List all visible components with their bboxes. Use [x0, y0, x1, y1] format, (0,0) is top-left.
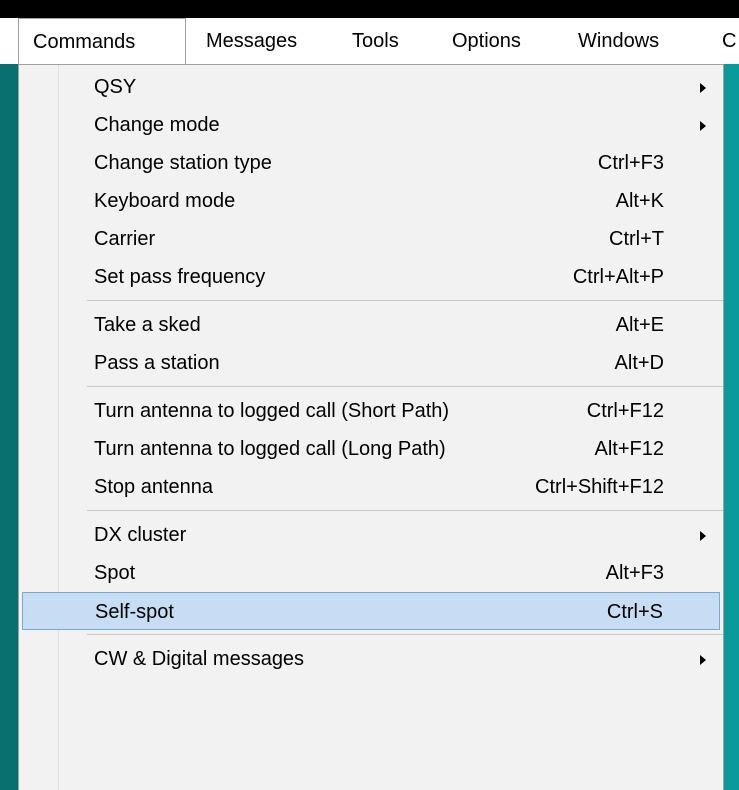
menu-item-label: Stop antenna	[94, 476, 213, 498]
menu-item-shortcut: Alt+K	[615, 190, 664, 212]
menu-item-turn-antenna-to-logged-call-long-path[interactable]: Turn antenna to logged call (Long Path) A…	[22, 430, 720, 468]
menu-separator	[87, 634, 723, 635]
menu-item-take-a-sked[interactable]: Take a sked Alt+E	[22, 306, 720, 344]
menu-item-label: Turn antenna to logged call (Short Path)	[94, 400, 450, 422]
commands-dropdown: QSY Change mode Change station type Ctrl+F3…	[18, 64, 724, 790]
menu-item-change-mode[interactable]: Change mode	[22, 106, 720, 144]
menu-item-label: QSY	[94, 76, 137, 98]
menu-item-shortcut: Alt+F12	[594, 438, 664, 460]
menu-item-label: Change mode	[94, 114, 220, 136]
menu-item-label: Carrier	[94, 228, 156, 250]
menu-separator	[87, 386, 723, 387]
menu-item-carrier[interactable]: Carrier Ctrl+T	[22, 220, 720, 258]
menu-item-keyboard-mode[interactable]: Keyboard mode Alt+K	[22, 182, 720, 220]
menu-item-set-pass-frequency[interactable]: Set pass frequency Ctrl+Alt+P	[22, 258, 720, 296]
menu-item-label: Turn antenna to logged call (Long Path)	[94, 438, 446, 460]
menu-item-spot[interactable]: Spot Alt+F3	[22, 554, 720, 592]
submenu-arrow-icon	[700, 83, 706, 93]
menu-item-shortcut: Alt+E	[615, 314, 664, 336]
menu-truncated[interactable]: C	[722, 18, 736, 64]
menu-item-dx-cluster[interactable]: DX cluster	[22, 516, 720, 554]
menu-item-shortcut: Ctrl+F12	[586, 400, 664, 422]
menu-item-self-spot[interactable]: Self-spot Ctrl+S	[22, 592, 720, 630]
menu-item-shortcut: Alt+D	[614, 352, 664, 374]
menu-item-shortcut: Ctrl+F3	[597, 152, 664, 174]
menu-item-shortcut: Alt+F3	[605, 562, 664, 584]
menu-bar: Commands Messages Tools Options Windows …	[0, 18, 739, 64]
menu-item-label: Self-spot	[95, 601, 174, 623]
menu-messages[interactable]: Messages	[206, 18, 297, 64]
menu-item-turn-antenna-to-logged-call-short-path[interactable]: Turn antenna to logged call (Short Path)…	[22, 392, 720, 430]
menu-item-label: Set pass frequency	[94, 266, 266, 288]
menu-item-label: Spot	[94, 562, 136, 584]
menu-item-qsy[interactable]: QSY	[22, 68, 720, 106]
menu-item-label: Change station type	[94, 152, 272, 174]
menu-item-pass-a-station[interactable]: Pass a station Alt+D	[22, 344, 720, 382]
submenu-arrow-icon	[700, 531, 706, 541]
submenu-arrow-icon	[700, 121, 706, 131]
menu-item-label: Pass a station	[94, 352, 220, 374]
menu-windows[interactable]: Windows	[578, 18, 659, 64]
menu-item-label: CW & Digital messages	[94, 648, 305, 670]
menu-separator	[87, 510, 723, 511]
menu-item-shortcut: Ctrl+T	[609, 228, 664, 250]
menu-item-shortcut: Ctrl+Shift+F12	[535, 476, 664, 498]
menu-item-change-station-type[interactable]: Change station type Ctrl+F3	[22, 144, 720, 182]
menu-item-stop-antenna[interactable]: Stop antenna Ctrl+Shift+F12	[22, 468, 720, 506]
menu-commands[interactable]: Commands	[18, 18, 186, 64]
app-window: Commands Messages Tools Options Windows …	[0, 0, 739, 790]
menu-item-shortcut: Ctrl+S	[606, 601, 663, 623]
menu-item-label: DX cluster	[94, 524, 187, 546]
menu-tools[interactable]: Tools	[352, 18, 399, 64]
submenu-arrow-icon	[700, 655, 706, 665]
menu-item-label: Keyboard mode	[94, 190, 236, 212]
menu-item-label: Take a sked	[94, 314, 201, 336]
menu-options[interactable]: Options	[452, 18, 521, 64]
menu-item-cw-and-digital-messages[interactable]: CW & Digital messages	[22, 640, 720, 678]
menu-separator	[87, 300, 723, 301]
window-edge	[0, 64, 18, 790]
menu-item-shortcut: Ctrl+Alt+P	[572, 266, 664, 288]
